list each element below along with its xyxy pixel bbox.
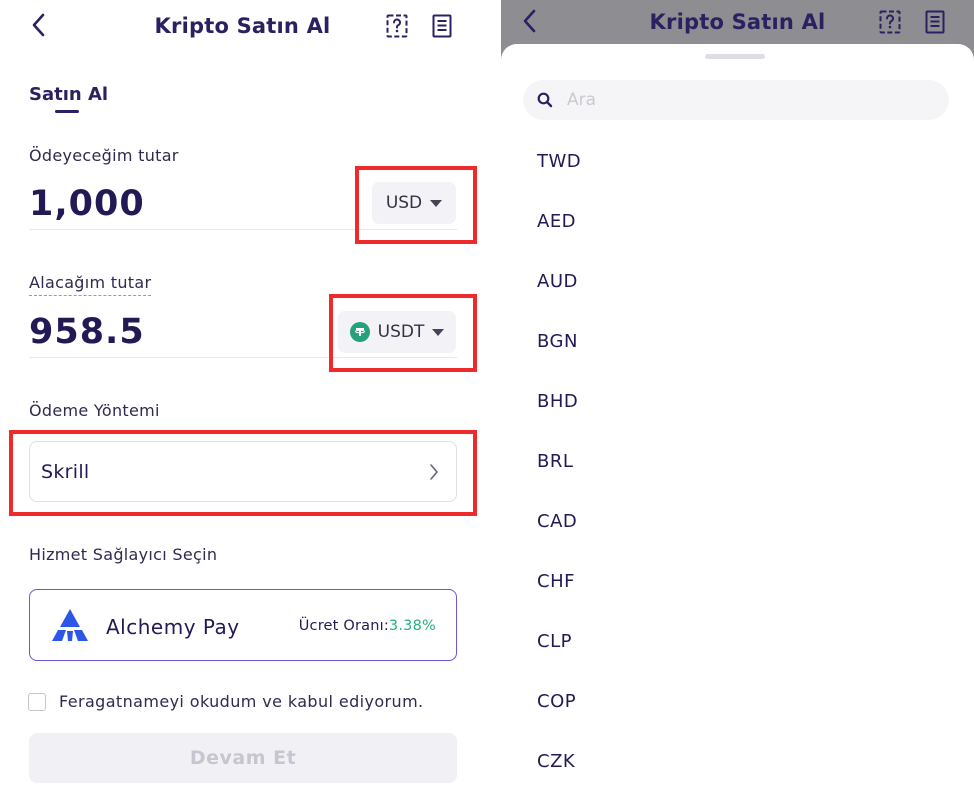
receive-amount-label: Alacağım tutar <box>29 273 152 296</box>
currency-picker-screen: Kripto Satın Al Ara TWD AED AUD BGN BHD … <box>501 0 974 795</box>
pay-currency-selector[interactable]: USD <box>372 182 456 224</box>
question-doc-icon <box>878 10 902 39</box>
disclaimer-checkbox[interactable] <box>28 693 46 711</box>
currency-option-twd[interactable]: TWD <box>501 132 974 192</box>
back-button[interactable] <box>28 10 52 40</box>
pay-amount-label: Ödeyeceğim tutar <box>29 146 179 165</box>
search-bar <box>523 80 949 120</box>
currency-option-brl[interactable]: BRL <box>501 432 974 492</box>
fee-label: Ücret Oranı: <box>298 618 389 634</box>
chevron-left-icon <box>28 10 52 40</box>
provider-name: Alchemy Pay <box>106 615 240 639</box>
receive-currency-code: USDT <box>377 322 425 342</box>
caret-down-icon <box>432 328 445 336</box>
tab-buy[interactable]: Satın Al <box>29 84 108 105</box>
orders-button[interactable] <box>923 9 947 35</box>
pay-amount-input[interactable]: 1,000 <box>29 184 145 224</box>
help-button[interactable] <box>878 9 902 35</box>
currency-option-aed[interactable]: AED <box>501 192 974 252</box>
tab-underline <box>55 110 79 113</box>
payment-method-selector[interactable]: Skrill <box>29 441 457 502</box>
disclaimer-label[interactable]: Feragatnameyi okudum ve kabul ediyorum. <box>59 692 424 711</box>
question-doc-icon <box>385 14 409 43</box>
document-list-icon <box>923 10 947 39</box>
page-title: Kripto Satın Al <box>649 10 826 34</box>
fee-rate: 3.38% <box>388 618 436 634</box>
document-list-icon <box>430 14 454 43</box>
tether-icon <box>349 322 370 342</box>
pay-amount-divider <box>29 229 457 230</box>
sheet-grabber[interactable] <box>705 54 765 59</box>
currency-option-czk[interactable]: CZK <box>501 732 974 792</box>
currency-option-cad[interactable]: CAD <box>501 492 974 552</box>
currency-option-cop[interactable]: COP <box>501 672 974 732</box>
payment-method-value: Skrill <box>41 461 90 483</box>
pay-currency-code: USD <box>385 193 423 213</box>
chevron-left-icon <box>519 6 543 36</box>
currency-option-chf[interactable]: CHF <box>501 552 974 612</box>
header: Kripto Satın Al <box>0 0 485 56</box>
currency-option-bhd[interactable]: BHD <box>501 372 974 432</box>
continue-button[interactable]: Devam Et <box>29 733 457 783</box>
receive-currency-selector[interactable]: USDT <box>338 311 456 353</box>
currency-option-clp[interactable]: CLP <box>501 612 974 672</box>
search-input[interactable] <box>567 80 937 120</box>
help-button[interactable] <box>385 13 409 39</box>
caret-down-icon <box>430 199 443 207</box>
back-button[interactable] <box>519 6 543 36</box>
orders-button[interactable] <box>430 13 454 39</box>
currency-list: TWD AED AUD BGN BHD BRL CAD CHF CLP COP CZK <box>501 132 974 792</box>
buy-crypto-screen: Kripto Satın Al Satın Al Ödeyeceğim tuta… <box>0 0 485 795</box>
alchemy-pay-logo-icon <box>50 607 90 647</box>
provider-card[interactable]: Alchemy Pay Ücret Oranı:3.38% <box>29 589 457 661</box>
provider-fee: Ücret Oranı:3.38% <box>299 618 436 634</box>
receive-amount-divider <box>29 357 457 358</box>
bottom-sheet: TWDAEDAUDBGNBHDBRLCADCHFCLPCOPCZK <box>501 44 974 795</box>
currency-option-bgn[interactable]: BGN <box>501 312 974 372</box>
provider-label: Hizmet Sağlayıcı Seçin <box>29 545 218 564</box>
receive-amount-value: 958.5 <box>29 312 145 352</box>
chevron-right-icon <box>428 462 440 486</box>
page-title: Kripto Satın Al <box>154 14 331 38</box>
search-icon <box>537 92 553 112</box>
payment-method-label: Ödeme Yöntemi <box>29 401 160 420</box>
currency-option-aud[interactable]: AUD <box>501 252 974 312</box>
